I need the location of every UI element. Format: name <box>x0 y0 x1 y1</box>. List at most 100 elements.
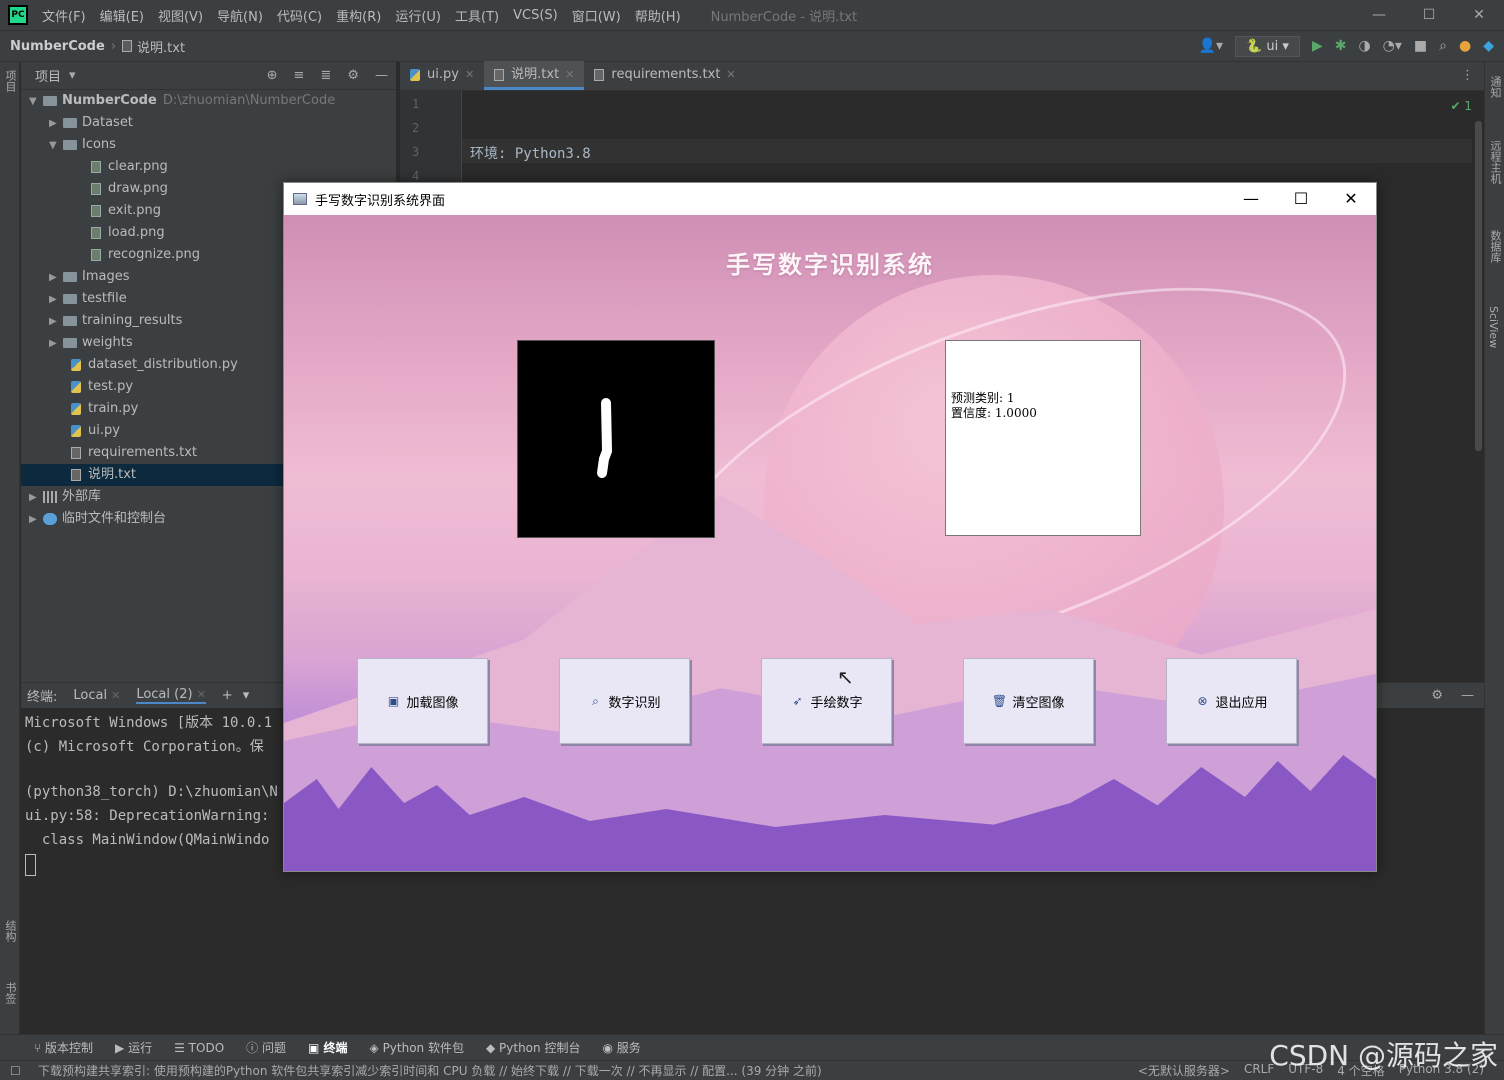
tree-item-clear-png[interactable]: clear.png <box>21 156 396 178</box>
close-icon[interactable]: ✕ <box>1454 0 1504 30</box>
chevron-right-icon[interactable]: ▶ <box>29 509 43 531</box>
layout-toggle-icon[interactable]: ☐ <box>10 1064 21 1078</box>
chevron-right-icon[interactable]: ▶ <box>49 311 63 333</box>
menu-file[interactable]: 文件(F) <box>42 6 86 25</box>
hide-icon[interactable]: — <box>375 68 388 83</box>
chevron-right-icon[interactable]: ▶ <box>49 113 63 135</box>
close-tab-icon[interactable]: ✕ <box>565 68 574 81</box>
menu-window[interactable]: 窗口(W) <box>572 6 621 25</box>
breadcrumb-file[interactable]: 说明.txt <box>137 37 185 56</box>
tab-readme-txt[interactable]: 说明.txt ✕ <box>484 61 585 90</box>
menu-edit[interactable]: 编辑(E) <box>100 6 144 25</box>
menu-view[interactable]: 视图(V) <box>158 6 203 25</box>
run-config-select[interactable]: 🐍 ui ▾ <box>1235 35 1300 57</box>
inspection-status[interactable]: ✔ 1 <box>1450 99 1472 113</box>
pycharm-logo-icon: PC <box>8 5 28 25</box>
project-panel-title[interactable]: 项目 <box>35 66 61 85</box>
menu-help[interactable]: 帮助(H) <box>635 6 681 25</box>
mouse-cursor-icon: ↖ <box>837 665 854 689</box>
debug-icon[interactable]: ✱ <box>1335 38 1347 54</box>
remote-host-tool-label[interactable]: 远程主机 <box>1487 140 1503 184</box>
status-message[interactable]: 下载预构建共享索引: 使用预构建的Python 软件包共享索引减少索引时间和 C… <box>38 1062 898 1079</box>
stop-icon[interactable]: ■ <box>1414 38 1427 54</box>
tree-item-dataset[interactable]: ▶ Dataset <box>21 112 396 134</box>
bookmarks-tool-label[interactable]: 书签 <box>2 982 18 1004</box>
root-path: D:\zhuomian\NumberCode <box>162 93 336 108</box>
tool-problems[interactable]: ⓘ 问题 <box>246 1039 286 1056</box>
chevron-down-icon[interactable]: ▼ <box>49 135 63 157</box>
maximize-icon[interactable]: ☐ <box>1276 183 1326 215</box>
load-image-button[interactable]: ▣ 加载图像 <box>357 658 488 744</box>
maximize-icon[interactable]: ☐ <box>1404 0 1454 30</box>
chevron-down-icon[interactable]: ▾ <box>243 688 250 703</box>
add-terminal-icon[interactable]: + <box>222 688 233 703</box>
tree-label: dataset_distribution.py <box>88 357 238 372</box>
tool-python-console[interactable]: ◆ Python 控制台 <box>486 1039 580 1056</box>
jetbrains-ai-icon[interactable]: ◆ <box>1483 38 1494 54</box>
close-tab-icon[interactable]: ✕ <box>465 68 474 81</box>
draw-digit-button[interactable]: ➶ 手绘数字 <box>761 658 892 744</box>
left-tool-strip: 项目 结构 书签 <box>0 62 20 1034</box>
tab-label: ui.py <box>427 67 459 82</box>
collapse-all-icon[interactable]: ≣ <box>320 68 331 83</box>
recognize-button[interactable]: ⌕ 数字识别 <box>559 658 690 744</box>
tool-todo[interactable]: ☰ TODO <box>174 1041 224 1055</box>
menu-tools[interactable]: 工具(T) <box>455 6 499 25</box>
tool-run[interactable]: ▶ 运行 <box>115 1039 152 1056</box>
tool-services[interactable]: ◉ 服务 <box>602 1039 640 1056</box>
chevron-down-icon[interactable]: ▾ <box>69 68 76 83</box>
menu-code[interactable]: 代码(C) <box>277 6 322 25</box>
code-line-3[interactable]: 环境: Python3.8 <box>470 143 591 163</box>
chevron-right-icon[interactable]: ▶ <box>29 487 43 509</box>
editor-scrollbar[interactable] <box>1475 121 1482 451</box>
gear-icon[interactable]: ⚙ <box>1431 683 1443 709</box>
profile-icon[interactable]: ◔▾ <box>1383 38 1402 54</box>
locate-icon[interactable]: ⊕ <box>267 68 278 83</box>
close-icon[interactable]: ✕ <box>1326 183 1376 215</box>
scratch-icon <box>43 512 57 525</box>
chevron-down-icon[interactable]: ▼ <box>29 91 43 113</box>
close-tab-icon[interactable]: ✕ <box>111 689 120 702</box>
tree-root[interactable]: ▼ NumberCode D:\zhuomian\NumberCode <box>21 90 396 112</box>
menu-refactor[interactable]: 重构(R) <box>336 6 381 25</box>
status-server[interactable]: <无默认服务器> <box>1138 1062 1230 1079</box>
minimize-icon[interactable]: — <box>1226 183 1276 215</box>
project-tool-label[interactable]: 项目 <box>2 70 18 92</box>
terminal-tab-local-2[interactable]: Local (2) ✕ <box>136 687 206 704</box>
tool-python-packages[interactable]: ◈ Python 软件包 <box>370 1039 464 1056</box>
chevron-right-icon[interactable]: ▶ <box>49 267 63 289</box>
chevron-right-icon[interactable]: ▶ <box>49 289 63 311</box>
close-tab-icon[interactable]: ✕ <box>726 68 735 81</box>
chevron-right-icon[interactable]: ▶ <box>49 333 63 355</box>
structure-tool-label[interactable]: 结构 <box>2 920 18 942</box>
tree-label: 外部库 <box>62 489 102 504</box>
more-tabs-icon[interactable]: ⋮ <box>1461 62 1474 90</box>
notifications-tool-label[interactable]: 通知 <box>1487 76 1503 98</box>
run-icon[interactable]: ▶ <box>1312 38 1323 54</box>
exit-app-button[interactable]: ⊗ 退出应用 <box>1166 658 1297 744</box>
tree-item-icons[interactable]: ▼ Icons <box>21 134 396 156</box>
database-tool-label[interactable]: 数据库 <box>1487 230 1503 263</box>
minimize-icon[interactable]: — <box>1354 0 1404 30</box>
tab-ui-py[interactable]: ui.py ✕ <box>400 61 484 90</box>
terminal-tab-local[interactable]: Local ✕ <box>73 688 120 703</box>
breadcrumb-project[interactable]: NumberCode <box>10 39 105 54</box>
gear-icon[interactable]: ⚙ <box>347 68 359 83</box>
update-icon[interactable]: ● <box>1459 38 1471 54</box>
menu-run[interactable]: 运行(U) <box>395 6 441 25</box>
menu-navigate[interactable]: 导航(N) <box>217 6 263 25</box>
search-icon[interactable]: ⌕ <box>1439 38 1447 54</box>
coverage-icon[interactable]: ◑ <box>1358 38 1370 54</box>
sciview-tool-label[interactable]: SciView <box>1487 306 1500 348</box>
close-tab-icon[interactable]: ✕ <box>197 688 206 701</box>
user-icon[interactable]: 👤▾ <box>1199 38 1223 54</box>
menu-vcs[interactable]: VCS(S) <box>513 8 558 23</box>
hide-icon[interactable]: — <box>1461 683 1474 709</box>
tool-version-control[interactable]: ⑂ 版本控制 <box>34 1039 93 1056</box>
clear-image-button[interactable]: 🗑 清空图像 <box>963 658 1094 744</box>
tool-terminal[interactable]: ▣ 终端 <box>308 1039 348 1056</box>
expand-all-icon[interactable]: ≡ <box>294 68 305 83</box>
drawing-canvas[interactable] <box>517 340 715 538</box>
tab-requirements-txt[interactable]: requirements.txt ✕ <box>584 61 745 90</box>
tree-label: Images <box>82 269 130 284</box>
